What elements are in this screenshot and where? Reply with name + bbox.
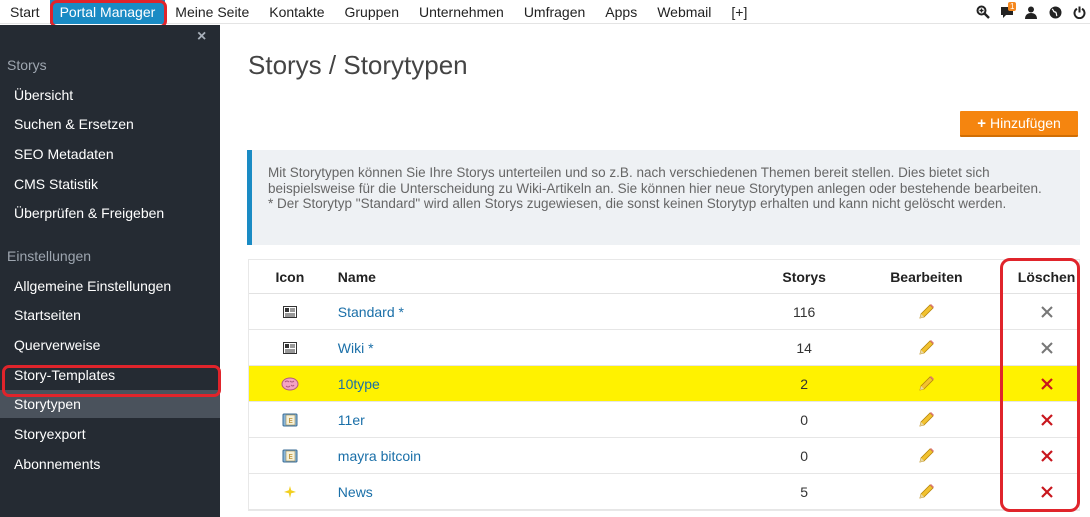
sidebar-item-story-templates[interactable]: Story-Templates [0,361,220,389]
story-count: 5 [800,483,809,500]
col-header-name[interactable]: Name [331,269,770,285]
sidebar-item-storyexport[interactable]: Storyexport [0,420,220,448]
sidebar-item-ueberpruefen-freigeben[interactable]: Überprüfen & Freigeben [0,199,220,227]
story-count: 0 [800,411,809,428]
story-count: 116 [793,303,816,320]
story-type-name-link[interactable]: 10type [338,376,380,392]
sidebar-item-uebersicht[interactable]: Übersicht [0,81,220,109]
nav-apps[interactable]: Apps [595,0,647,24]
newspaper-icon [249,341,331,354]
svg-text:E: E [288,453,292,461]
brain-icon [249,377,331,391]
book-icon: E [249,449,331,463]
add-button-label: Hinzufügen [989,115,1061,131]
table-row: Standard * 116 [249,294,1079,330]
table-row: Wiki * 14 [249,330,1079,366]
storytypes-table: Icon Name Storys Bearbeiten Löschen Stan… [248,259,1080,511]
info-text: Mit Storytypen können Sie Ihre Storys un… [268,165,1042,196]
nav-webmail[interactable]: Webmail [647,0,721,24]
col-header-storys[interactable]: Storys [770,269,839,285]
story-count: 0 [800,447,809,464]
sidebar-section-einstellungen: Einstellungen [7,248,92,264]
col-header-icon: Icon [275,268,305,285]
story-type-name-link[interactable]: 11er [338,412,365,428]
table-row-highlighted: 10type 2 [249,366,1079,402]
story-type-name-link[interactable]: Standard * [338,304,404,320]
close-sidebar-icon[interactable]: × [197,28,206,46]
nav-icon-group: 1 [970,0,1090,24]
messages-badge: 1 [1008,2,1017,11]
add-button[interactable]: + Hinzufügen [960,111,1078,137]
delete-icon[interactable] [1014,485,1079,499]
table-row: E 11er 0 [249,402,1079,438]
delete-icon[interactable] [1014,377,1079,391]
sidebar-item-cms-statistik[interactable]: CMS Statistik [0,170,220,198]
power-icon[interactable] [1068,0,1090,24]
zoom-search-icon[interactable] [972,0,994,24]
sidebar-section-storys: Storys [7,57,47,73]
nav-gruppen[interactable]: Gruppen [335,0,409,24]
edit-pencil-icon[interactable] [839,483,1015,501]
sidebar-item-suchen-ersetzen[interactable]: Suchen & Ersetzen [0,110,220,138]
story-type-name-link[interactable]: mayra bitcoin [338,448,421,464]
svg-text:E: E [288,417,292,425]
story-count: 14 [796,339,812,356]
story-type-name-link[interactable]: Wiki * [338,340,374,356]
sidebar-item-storytypen[interactable]: Storytypen [0,390,220,418]
delete-disabled-icon [1014,341,1079,355]
sidebar-item-startseiten[interactable]: Startseiten [0,301,220,329]
nav-umfragen[interactable]: Umfragen [514,0,595,24]
info-note: * Der Storytyp "Standard" wird allen Sto… [268,196,1007,211]
delete-icon[interactable] [1014,449,1079,463]
sparkle-icon [249,485,331,498]
page-title: Storys / Storytypen [248,50,468,80]
edit-pencil-icon[interactable] [839,411,1015,429]
nav-portal-manager[interactable]: Portal Manager [49,0,166,24]
nav-meine-seite[interactable]: Meine Seite [165,0,259,24]
story-count: 2 [800,375,809,392]
book-icon: E [249,413,331,427]
nav-start[interactable]: Start [0,0,50,24]
delete-disabled-icon [1014,305,1079,319]
edit-pencil-icon[interactable] [839,339,1015,357]
edit-pencil-icon[interactable] [839,303,1015,321]
info-box: Mit Storytypen können Sie Ihre Storys un… [247,150,1080,245]
messages-icon[interactable]: 1 [996,0,1018,24]
sidebar: × Storys Übersicht Suchen & Ersetzen SEO… [0,25,220,517]
top-navigation: Start Portal Manager Meine Seite Kontakt… [0,0,1090,24]
plus-icon: + [977,114,986,132]
col-header-loeschen: Löschen [1017,268,1076,285]
col-header-bearbeiten: Bearbeiten [890,268,963,285]
sidebar-item-querverweise[interactable]: Querverweise [0,331,220,359]
nav-kontakte[interactable]: Kontakte [259,0,334,24]
delete-icon[interactable] [1014,413,1079,427]
table-row: E mayra bitcoin 0 [249,438,1079,474]
sidebar-item-allgemeine-einstellungen[interactable]: Allgemeine Einstellungen [0,272,220,300]
table-row: News 5 [249,474,1079,510]
nav-unternehmen[interactable]: Unternehmen [409,0,514,24]
newspaper-icon [249,305,331,318]
edit-pencil-icon[interactable] [839,447,1015,465]
sidebar-item-seo-metadaten[interactable]: SEO Metadaten [0,140,220,168]
table-header: Icon Name Storys Bearbeiten Löschen [249,260,1079,294]
user-icon[interactable] [1020,0,1042,24]
edit-pencil-icon[interactable] [839,375,1015,393]
sidebar-item-abonnements[interactable]: Abonnements [0,450,220,478]
globe-icon[interactable] [1044,0,1066,24]
story-type-name-link[interactable]: News [338,484,373,500]
nav-more[interactable]: [+] [721,0,757,24]
